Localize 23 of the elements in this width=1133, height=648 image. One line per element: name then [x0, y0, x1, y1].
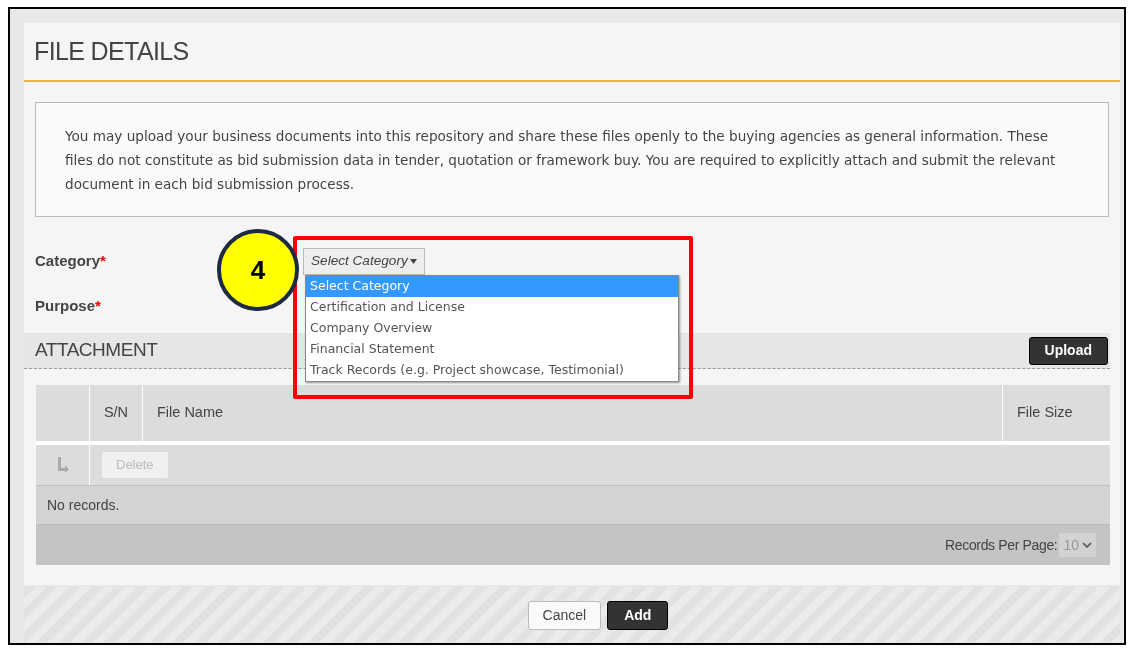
dropdown-option[interactable]: Company Overview: [306, 318, 678, 339]
field-label: Category: [35, 251, 101, 272]
dropdown-option[interactable]: Track Records (e.g. Project showcase, Testimonial): [306, 360, 678, 381]
table-header-cell: File Name: [143, 385, 1003, 441]
add-button[interactable]: Add: [607, 600, 669, 630]
category-select[interactable]: Select Category: [303, 248, 425, 275]
upload-button[interactable]: Upload: [1028, 336, 1108, 365]
field-label: Purpose: [35, 296, 95, 317]
notice-text: You may upload your business documents into this repository and share these files openly to the buying agencies as general information. These files do not constitute as bid submission data in tender, quotation or framework buy. You are required to explicitly attach and submit the relevant document in each bid submission process.: [35, 102, 1109, 217]
arrow-icon: [56, 457, 69, 473]
table-header-cell-text: File Size: [1016, 403, 1074, 423]
records-per-page-label: Records Per Page:: [945, 535, 1058, 555]
chevron-down-icon: [1082, 541, 1092, 549]
required-asterisk: *: [95, 296, 101, 317]
required-asterisk: *: [100, 251, 106, 272]
caret-icon: [409, 259, 417, 264]
table-header-cell: S/N: [90, 385, 143, 441]
cancel-button[interactable]: Cancel: [527, 600, 602, 630]
dropdown-option[interactable]: Financial Statement: [306, 339, 678, 360]
empty-message: No records.: [47, 495, 120, 515]
panel-title: FILE DETAILS: [34, 35, 189, 67]
dropdown-option[interactable]: Certification and License: [306, 297, 678, 318]
section-title: ATTACHMENT: [35, 338, 158, 363]
